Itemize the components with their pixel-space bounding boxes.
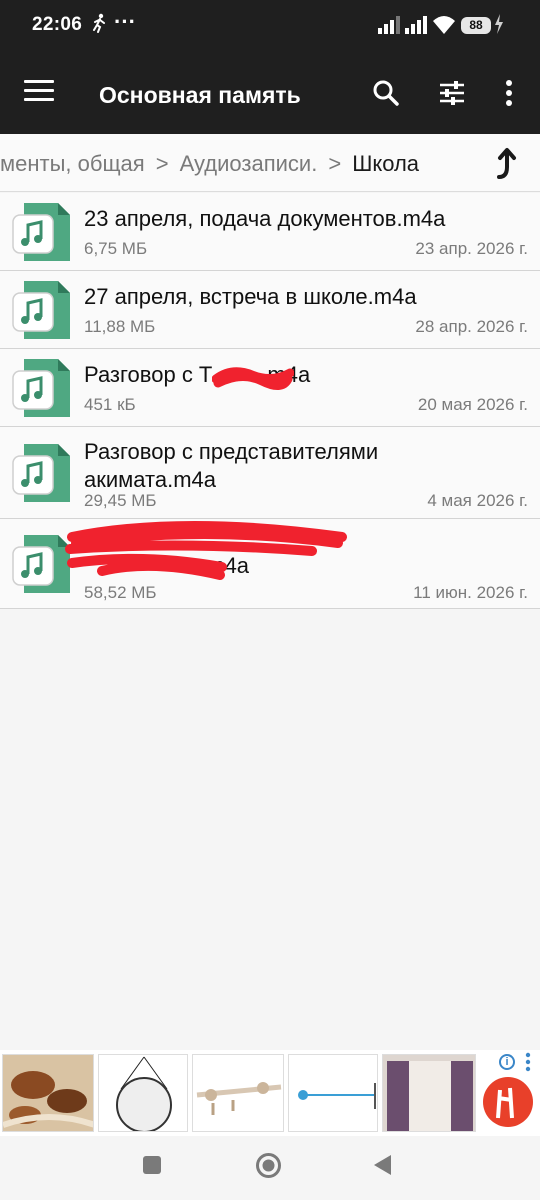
list-item[interactable]: 27 апреля, встреча в школе.m4a 11,88 МБ … xyxy=(0,271,540,349)
ad-banner[interactable]: i xyxy=(0,1050,540,1136)
file-list: 23 апреля, подача документов.m4a 6,75 МБ… xyxy=(0,193,540,609)
system-nav-bar xyxy=(0,1136,540,1200)
breadcrumb-separator-icon: > xyxy=(155,151,169,176)
charging-bolt-icon xyxy=(494,14,504,39)
curtains-ad-icon[interactable] xyxy=(382,1054,476,1132)
redaction-scribble xyxy=(65,521,347,580)
file-name: Разговор с Т .m4a xyxy=(84,362,311,387)
breadcrumb-item-school[interactable]: Школа xyxy=(352,151,419,176)
list-item[interactable]: 23 апреля, подача документов.m4a 6,75 МБ… xyxy=(0,193,540,271)
status-bar: 22:06 ··· 88 xyxy=(0,0,540,52)
curtain-rod-ad-icon[interactable] xyxy=(192,1054,284,1132)
battery-icon: 88 xyxy=(461,17,491,34)
file-date: 23 апр. 2026 г. xyxy=(415,239,528,258)
page-title: Основная память xyxy=(99,82,301,108)
file-date: 4 мая 2026 г. xyxy=(427,491,528,510)
audio-file-icon xyxy=(12,279,72,346)
mirror-ad-icon[interactable] xyxy=(98,1054,188,1132)
signal-2-icon xyxy=(405,16,427,39)
search-icon[interactable] xyxy=(371,78,401,108)
menu-icon[interactable] xyxy=(24,80,54,104)
audio-file-icon xyxy=(12,357,72,424)
breadcrumb-item-audio[interactable]: Аудиозаписи. xyxy=(180,151,318,176)
blanket-ad-icon[interactable] xyxy=(2,1054,94,1132)
ad-info-icon[interactable]: i xyxy=(499,1054,515,1070)
file-size: 451 кБ xyxy=(84,395,136,414)
ad-more-icon[interactable] xyxy=(523,1052,533,1072)
file-size: 58,52 МБ xyxy=(84,583,157,602)
list-item[interactable]: Разговор с Т .m4a 451 кБ 20 мая 2026 г. xyxy=(0,349,540,427)
home-circle-icon[interactable] xyxy=(255,1152,282,1179)
back-triangle-icon[interactable] xyxy=(372,1154,392,1176)
arrow-up-icon[interactable] xyxy=(492,146,522,180)
file-date: 20 мая 2026 г. xyxy=(417,395,528,414)
file-name: Разговор с представителями акимата.m4a xyxy=(84,439,379,492)
file-size: 11,88 МБ xyxy=(84,317,156,336)
hook-rod-ad-icon[interactable] xyxy=(288,1054,378,1132)
file-name: 23 апреля, подача документов.m4a xyxy=(84,206,446,231)
clock: 22:06 xyxy=(32,14,83,35)
list-item[interactable]: m4a 58,52 МБ 11 июн. 2026 г. xyxy=(0,519,540,609)
breadcrumb: менты, общая > Аудиозаписи. > Школа xyxy=(0,134,540,192)
audio-file-icon xyxy=(12,442,72,509)
more-vert-icon[interactable] xyxy=(494,78,524,108)
file-size: 6,75 МБ xyxy=(84,239,148,258)
breadcrumb-separator-icon: > xyxy=(328,151,342,176)
file-date: 28 апр. 2026 г. xyxy=(415,317,528,336)
redaction-scribble xyxy=(212,367,294,390)
signal-1-icon xyxy=(378,16,400,39)
list-item[interactable]: Разговор с представителями акимата.m4a 2… xyxy=(0,427,540,519)
wifi-icon xyxy=(432,15,456,40)
breadcrumb-item-documents[interactable]: менты, общая xyxy=(0,151,145,176)
file-name: 27 апреля, встреча в школе.m4a xyxy=(84,284,417,309)
recents-square-icon[interactable] xyxy=(142,1155,162,1175)
audio-file-icon xyxy=(12,201,72,268)
running-man-icon xyxy=(92,13,106,38)
app-bar: Основная память xyxy=(0,52,540,134)
filter-sliders-icon[interactable] xyxy=(437,78,467,108)
file-date: 11 июн. 2026 г. xyxy=(413,583,528,602)
more-notifications-icon: ··· xyxy=(114,9,136,34)
file-size: 29,45 МБ xyxy=(84,491,157,510)
